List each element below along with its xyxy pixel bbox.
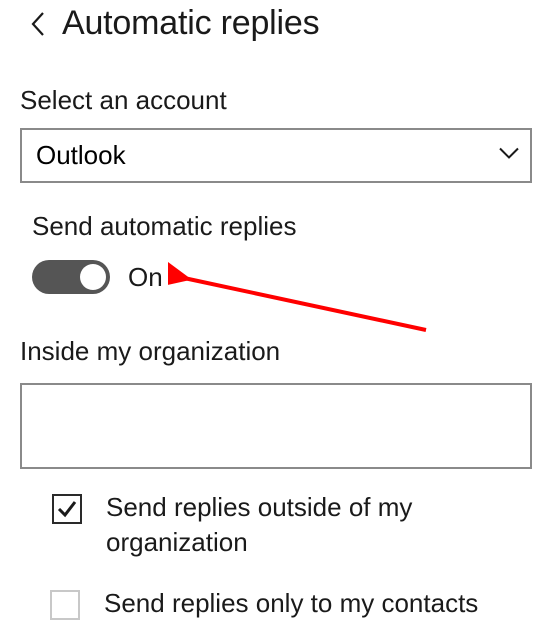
auto-replies-state: On [128,262,163,293]
back-button[interactable] [20,6,56,42]
contacts-only-label: Send replies only to my contacts [104,586,478,621]
inside-org-textarea[interactable] [20,383,532,469]
select-account-label: Select an account [20,85,532,116]
auto-replies-toggle[interactable] [32,260,110,294]
account-selected-value: Outlook [36,140,126,170]
chevron-left-icon [30,11,46,37]
contacts-only-checkbox[interactable] [50,590,80,620]
check-icon [56,498,78,520]
outside-org-checkbox[interactable] [52,494,82,524]
page-title: Automatic replies [62,4,319,43]
outside-org-label: Send replies outside of my organization [106,490,486,560]
inside-org-label: Inside my organization [20,336,532,367]
toggle-knob [80,264,106,290]
account-select[interactable]: Outlook [20,128,532,183]
send-auto-replies-label: Send automatic replies [20,211,532,242]
